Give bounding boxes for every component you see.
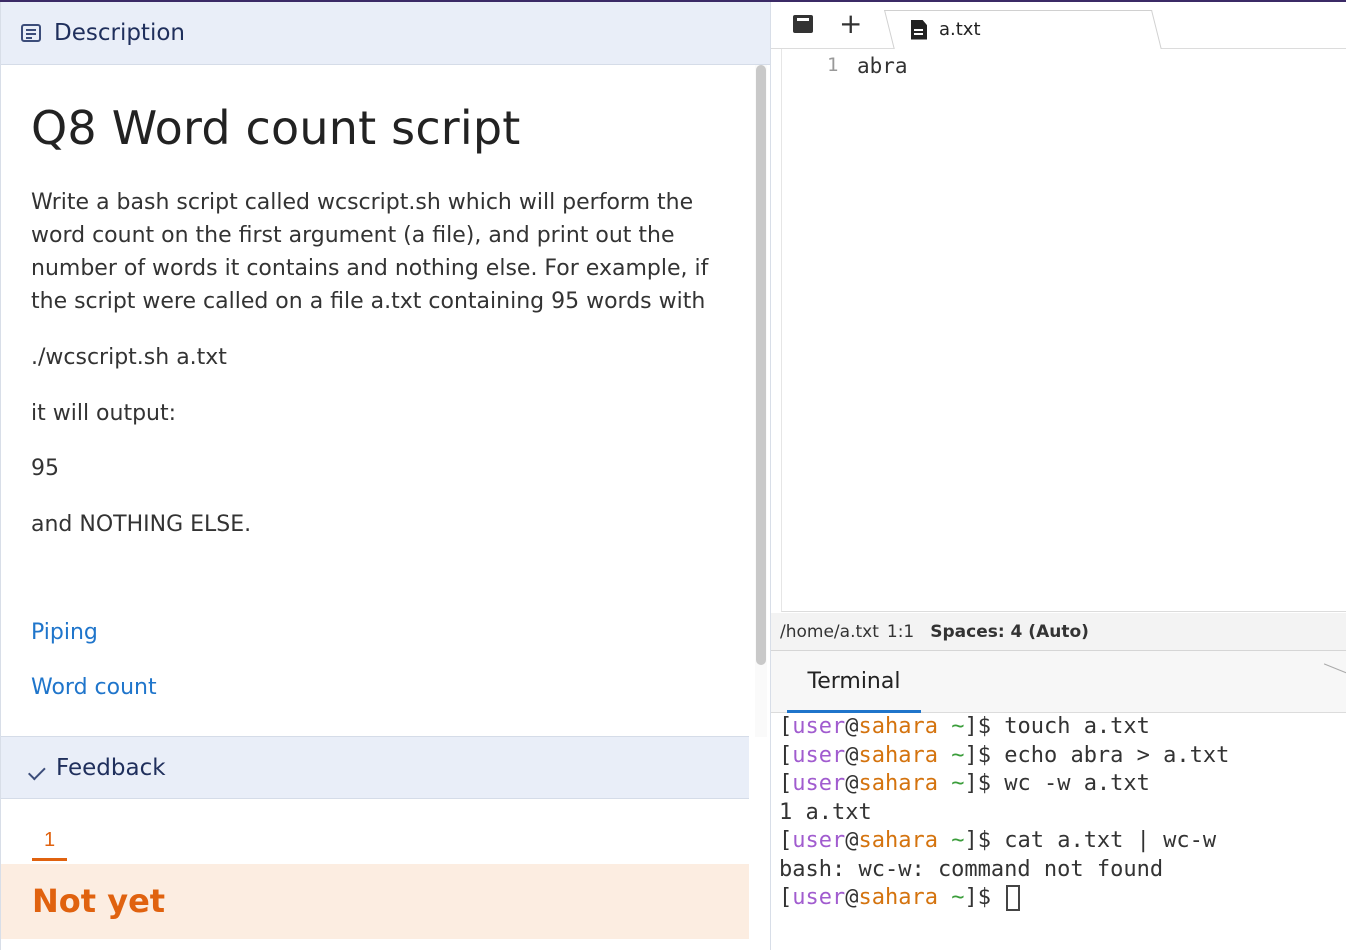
terminal-tabbar: Terminal	[771, 651, 1346, 713]
description-paragraph: Write a bash script called wcscript.sh w…	[31, 190, 709, 314]
editor-statusbar: /home/a.txt 1:1 Spaces: 4 (Auto)	[771, 613, 1346, 651]
description-paragraph: ./wcscript.sh a.txt	[31, 345, 227, 370]
left-pane: Description Q8 Word count script Write a…	[0, 2, 771, 950]
code-editor[interactable]: 1 abra	[781, 49, 1346, 612]
file-icon	[911, 19, 927, 40]
save-icon[interactable]	[791, 13, 817, 39]
editor-tabbar: + a.txt	[771, 2, 1346, 50]
tab-terminal[interactable]: Terminal	[787, 651, 921, 713]
feedback-header-label: Feedback	[56, 754, 166, 781]
file-tab[interactable]: a.txt	[911, 19, 981, 40]
terminal-command-line: [user@sahara ~]$	[779, 884, 1346, 913]
right-pane: + a.txt 1 abra /home/a.txt 1:1 Spaces: 4…	[770, 2, 1346, 950]
description-paragraph: and NOTHING ELSE.	[31, 512, 252, 537]
status-text: Not yet	[32, 882, 166, 920]
terminal-command-line: [user@sahara ~]$ touch a.txt	[779, 714, 1150, 739]
feedback-header[interactable]: Feedback	[1, 736, 749, 799]
description-header[interactable]: Description	[1, 2, 771, 65]
terminal-command-line: [user@sahara ~]$ cat a.txt | wc-w	[779, 828, 1217, 853]
file-tab-label: a.txt	[939, 19, 981, 40]
check-icon	[23, 762, 43, 774]
link-word-count[interactable]: Word count	[31, 675, 157, 700]
description-icon	[21, 24, 41, 42]
line-number: 1	[827, 54, 839, 76]
description-paragraph: 95	[31, 456, 59, 481]
terminal-output[interactable]: [user@sahara ~]$ touch a.txt [user@sahara…	[771, 713, 1346, 950]
scrollbar-thumb[interactable]	[756, 65, 766, 665]
description-header-label: Description	[54, 20, 185, 46]
link-piping[interactable]: Piping	[31, 620, 98, 645]
description-paragraph: it will output:	[31, 401, 177, 426]
terminal-output-line: 1 a.txt	[779, 799, 872, 825]
status-banner: Not yet	[1, 864, 749, 939]
corner-decoration	[1323, 663, 1346, 676]
status-cursor-position[interactable]: 1:1	[887, 622, 914, 642]
terminal-command-line: [user@sahara ~]$ echo abra > a.txt	[779, 742, 1230, 768]
status-path: /home/a.txt	[780, 621, 879, 642]
plus-icon[interactable]: +	[839, 10, 865, 39]
terminal-cursor	[1006, 885, 1021, 911]
code-line[interactable]: abra	[857, 54, 908, 78]
page-title: Q8 Word count script	[31, 101, 521, 155]
terminal-output-line: bash: wc-w: command not found	[779, 856, 1164, 882]
status-indentation[interactable]: Spaces: 4 (Auto)	[930, 622, 1089, 642]
feedback-tab-1[interactable]: 1	[32, 817, 67, 861]
description-body: Q8 Word count script Write a bash script…	[1, 65, 771, 737]
terminal-command-line: [user@sahara ~]$ wc -w a.txt	[779, 771, 1150, 796]
